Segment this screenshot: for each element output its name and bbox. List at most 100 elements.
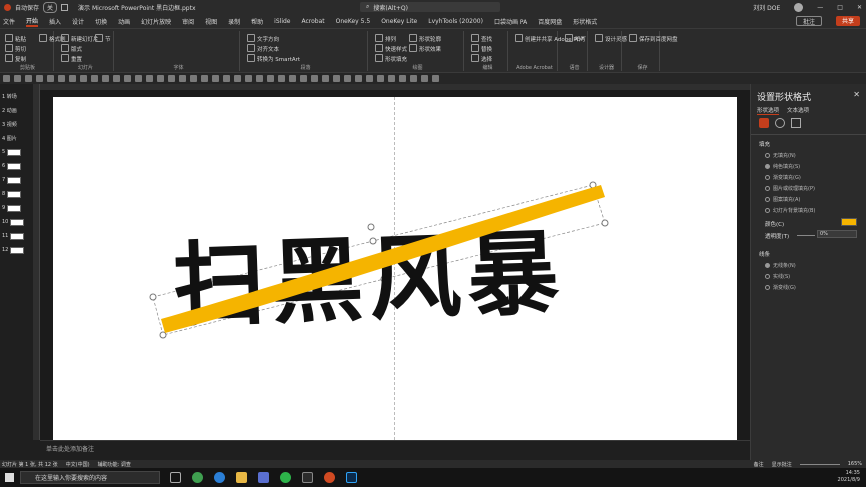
qat-tool-icon[interactable]: [14, 75, 21, 82]
slide-thumbnail[interactable]: 6: [2, 162, 22, 170]
qat-tool-icon[interactable]: [256, 75, 263, 82]
close-icon[interactable]: ✕: [857, 4, 862, 11]
qat-tool-icon[interactable]: [322, 75, 329, 82]
notes-pane[interactable]: 单击此处添加备注: [40, 440, 750, 460]
slide-thumbnail[interactable]: 9: [2, 204, 22, 212]
color-picker[interactable]: [841, 218, 857, 226]
avatar[interactable]: [794, 2, 804, 12]
ribbon-item[interactable]: 保存到百度网盘: [639, 35, 678, 43]
qat-tool-icon[interactable]: [102, 75, 109, 82]
tab-3[interactable]: 设计: [72, 17, 84, 26]
save-icon[interactable]: [61, 3, 69, 11]
explorer-icon[interactable]: [236, 472, 247, 483]
tab-6[interactable]: 幻灯片放映: [141, 17, 171, 26]
tab-12[interactable]: Acrobat: [301, 18, 324, 25]
qat-tool-icon[interactable]: [146, 75, 153, 82]
tab-0[interactable]: 文件: [3, 17, 15, 26]
accessibility-status[interactable]: 辅助功能: 调查: [98, 461, 131, 468]
fill-options-radio[interactable]: 图案填充(A): [765, 196, 800, 203]
qat-tool-icon[interactable]: [223, 75, 230, 82]
qat-tool-icon[interactable]: [289, 75, 296, 82]
qat-tool-icon[interactable]: [80, 75, 87, 82]
ribbon-item[interactable]: 文字方向: [257, 35, 279, 43]
qat-tool-icon[interactable]: [3, 75, 10, 82]
ribbon-item[interactable]: 剪切: [15, 45, 26, 53]
fill-section-header[interactable]: 填充: [759, 140, 770, 148]
qat-tool-icon[interactable]: [267, 75, 274, 82]
qat-tool-icon[interactable]: [278, 75, 285, 82]
qat-tool-icon[interactable]: [168, 75, 175, 82]
minimize-icon[interactable]: —: [817, 4, 823, 11]
fill-options-radio[interactable]: 无填充(N): [765, 152, 796, 159]
qat-tool-icon[interactable]: [201, 75, 208, 82]
qat-tool-icon[interactable]: [432, 75, 439, 82]
edge-icon[interactable]: [214, 472, 225, 483]
slide-thumbnail[interactable]: 11: [2, 232, 25, 240]
qat-tool-icon[interactable]: [399, 75, 406, 82]
size-icon[interactable]: [791, 118, 801, 128]
slide[interactable]: 扫黑风暴: [53, 97, 737, 440]
qat-tool-icon[interactable]: [333, 75, 340, 82]
qat-tool-icon[interactable]: [190, 75, 197, 82]
fill-options-radio[interactable]: 纯色填充(S): [765, 163, 800, 170]
fill-options-radio[interactable]: 幻灯片背景填充(B): [765, 207, 815, 214]
ribbon-item[interactable]: 形状轮廓: [419, 35, 441, 43]
qat-tool-icon[interactable]: [47, 75, 54, 82]
task-view-icon[interactable]: [170, 472, 181, 483]
line-options-radio[interactable]: 渐变线(G): [765, 284, 796, 291]
ribbon-item[interactable]: 选择: [481, 55, 492, 63]
slide-thumbnail[interactable]: 5: [2, 148, 22, 156]
tab-13[interactable]: OneKey 5.5: [336, 18, 371, 25]
slide-title-text[interactable]: 扫黑风暴: [171, 219, 567, 341]
tab-shape-options[interactable]: 形状选项: [757, 106, 780, 115]
slide-thumbnail[interactable]: 12: [2, 246, 25, 254]
maximize-icon[interactable]: □: [837, 4, 843, 11]
qat-tool-icon[interactable]: [212, 75, 219, 82]
share-button[interactable]: 共享: [835, 16, 860, 26]
qat-tool-icon[interactable]: [179, 75, 186, 82]
wechat-icon[interactable]: [280, 472, 291, 483]
qat-tool-icon[interactable]: [36, 75, 43, 82]
slide-thumbnail[interactable]: 3 视频: [2, 120, 17, 128]
tab-14[interactable]: OneKey Lite: [381, 18, 417, 25]
tab-18[interactable]: 形状格式: [573, 17, 597, 26]
qat-tool-icon[interactable]: [234, 75, 241, 82]
chrome-icon[interactable]: [192, 472, 203, 483]
app-icon[interactable]: [302, 472, 313, 483]
qat-tool-icon[interactable]: [25, 75, 32, 82]
fill-options-radio[interactable]: 渐变填充(G): [765, 174, 801, 181]
ribbon-item[interactable]: 形状填充: [385, 55, 407, 63]
qat-tool-icon[interactable]: [300, 75, 307, 82]
qat-tool-icon[interactable]: [113, 75, 120, 82]
tab-17[interactable]: 百度网盘: [538, 17, 562, 26]
slide-thumbnail[interactable]: 1 转场: [2, 92, 17, 100]
qat-tool-icon[interactable]: [91, 75, 98, 82]
ribbon-item[interactable]: 重置: [71, 55, 82, 63]
tab-9[interactable]: 录制: [228, 17, 240, 26]
line-options-radio[interactable]: 无线条(N): [765, 262, 796, 269]
tab-7[interactable]: 审阅: [182, 17, 194, 26]
slide-thumbnail[interactable]: 4 图片: [2, 134, 17, 142]
slide-thumbnail[interactable]: 2 动画: [2, 106, 17, 114]
tab-16[interactable]: 口袋动画 PA: [494, 17, 527, 26]
language-status[interactable]: 中文(中国): [66, 461, 90, 468]
qat-tool-icon[interactable]: [355, 75, 362, 82]
line-section-header[interactable]: 线条: [759, 250, 770, 258]
notes-button[interactable]: 备注: [754, 461, 764, 468]
qat-tool-icon[interactable]: [377, 75, 384, 82]
qat-tool-icon[interactable]: [421, 75, 428, 82]
ribbon-item[interactable]: 形状效果: [419, 45, 441, 53]
ribbon-item[interactable]: 快速样式: [385, 45, 407, 53]
fill-line-icon[interactable]: [759, 118, 769, 128]
tab-2[interactable]: 插入: [49, 17, 61, 26]
qat-tool-icon[interactable]: [311, 75, 318, 82]
ribbon-item[interactable]: 设计灵感: [605, 35, 627, 43]
slide-thumbnail[interactable]: 8: [2, 190, 22, 198]
autosave-toggle[interactable]: 关: [43, 1, 58, 13]
ribbon-item[interactable]: 听写: [575, 35, 586, 43]
qat-tool-icon[interactable]: [69, 75, 76, 82]
start-icon[interactable]: [5, 473, 14, 482]
qat-tool-icon[interactable]: [135, 75, 142, 82]
ribbon-item[interactable]: 替换: [481, 45, 492, 53]
ribbon-item[interactable]: 版式: [71, 45, 82, 53]
